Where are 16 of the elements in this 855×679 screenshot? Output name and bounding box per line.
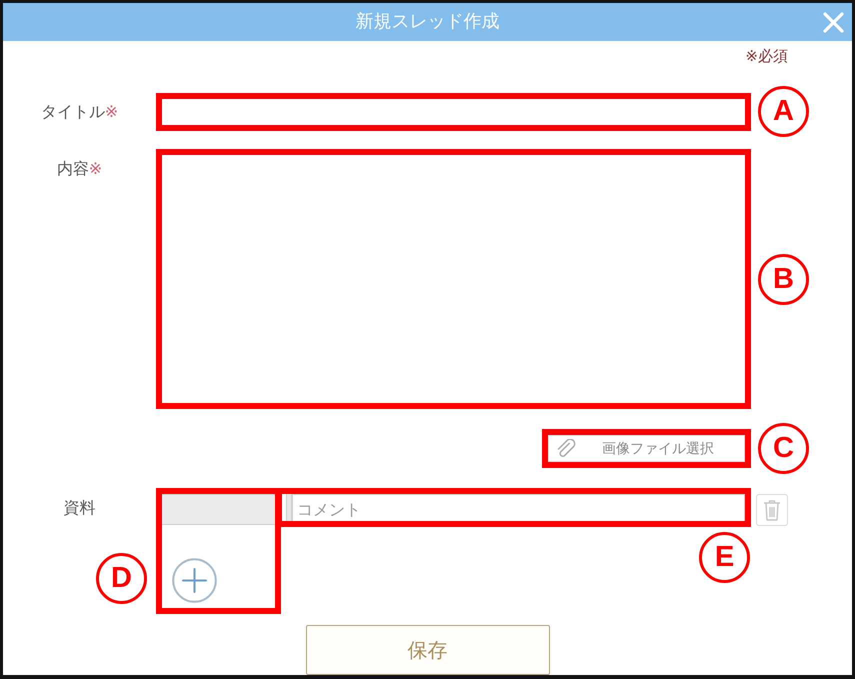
plus-icon[interactable] (172, 558, 217, 603)
comment-field[interactable]: コメント (292, 494, 745, 521)
dialog-title: 新規スレッド作成 (356, 11, 500, 33)
field-label: 内容※ (56, 159, 102, 179)
trash-icon (763, 499, 781, 521)
field-label: タイトル※ (40, 102, 118, 122)
save-button[interactable]: 保存 (306, 625, 550, 675)
callout-marker: A (758, 86, 809, 137)
callout-marker: B (758, 254, 809, 304)
callout-marker: C (758, 423, 809, 474)
image-select-button[interactable]: 画像ファイル選択 (548, 435, 745, 462)
required-note: ※必須 (745, 46, 788, 66)
callout-marker: D (96, 553, 147, 604)
field-label: 資料 (64, 498, 96, 518)
close-icon[interactable] (823, 12, 844, 32)
callout-marker: E (699, 532, 750, 583)
